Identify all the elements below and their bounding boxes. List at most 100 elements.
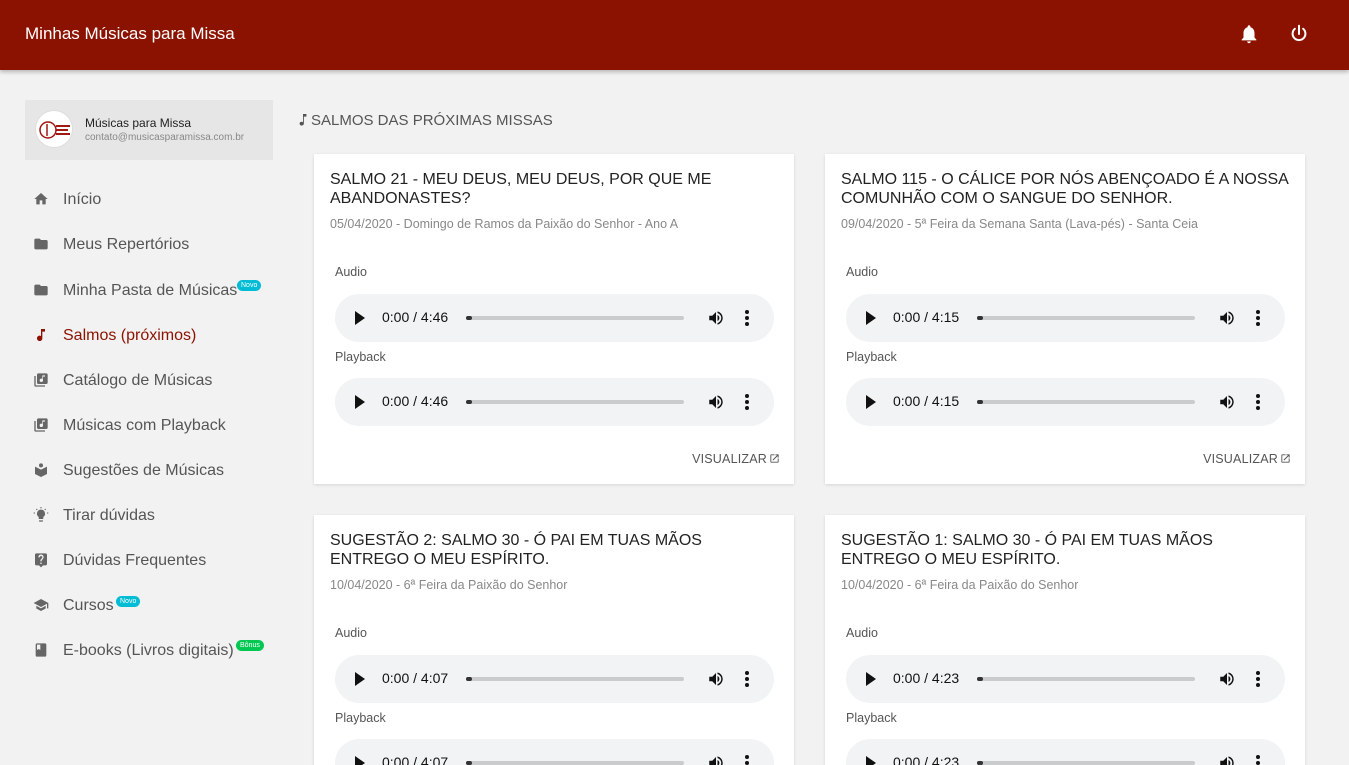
volume-icon[interactable]: [707, 754, 725, 765]
progress-knob: [977, 677, 983, 681]
more-options-icon[interactable]: [1256, 310, 1260, 326]
sidebar-item-playback[interactable]: Músicas com Playback: [25, 407, 285, 447]
sidebar-item-label: Músicas com Playback: [63, 417, 226, 434]
visualizar-link[interactable]: VISUALIZAR: [1203, 452, 1291, 466]
card-subtitle: 10/04/2020 - 6ª Feira da Paixão do Senho…: [330, 578, 568, 592]
progress-slider[interactable]: [466, 316, 684, 320]
section-title-text: SALMOS DAS PRÓXIMAS MISSAS: [311, 112, 553, 129]
sidebar-item-label: Meus Repertórios: [63, 236, 190, 253]
playback-player[interactable]: 0:00 / 4:15: [846, 378, 1285, 426]
power-icon[interactable]: [1288, 23, 1310, 45]
progress-slider[interactable]: [466, 761, 684, 765]
player-time: 0:00 / 4:15: [893, 309, 960, 325]
more-options-icon[interactable]: [745, 310, 749, 326]
sidebar-item-sugestoes[interactable]: Sugestões de Músicas: [25, 452, 285, 492]
playback-label: Playback: [335, 711, 386, 725]
playback-player[interactable]: 0:00 / 4:23: [846, 739, 1285, 765]
visualizar-link[interactable]: VISUALIZAR: [692, 452, 780, 466]
play-icon[interactable]: [866, 395, 876, 409]
card-title: SALMO 115 - O CÁLICE POR NÓS ABENÇOADO É…: [841, 171, 1288, 207]
play-icon[interactable]: [355, 395, 365, 409]
lightbulb-icon: [33, 507, 49, 523]
sidebar-item-label: Minha Pasta de Músicas: [63, 282, 238, 299]
player-time: 0:00 / 4:07: [382, 754, 449, 765]
psalm-card: SALMO 115 - O CÁLICE POR NÓS ABENÇOADO É…: [825, 154, 1305, 484]
psalm-card: SALMO 21 - MEU DEUS, MEU DEUS, POR QUE M…: [314, 154, 794, 484]
audio-label: Audio: [846, 265, 878, 279]
more-options-icon[interactable]: [1256, 394, 1260, 410]
sidebar-item-ebooks[interactable]: E-books (Livros digitais) Bônus: [25, 632, 285, 672]
play-icon[interactable]: [355, 311, 365, 325]
volume-icon[interactable]: [1218, 393, 1236, 411]
new-badge: Novo: [116, 596, 141, 607]
player-time: 0:00 / 4:46: [382, 393, 449, 409]
psalm-card: SUGESTÃO 1: SALMO 30 - Ó PAI EM TUAS MÃO…: [825, 515, 1305, 765]
audio-player[interactable]: 0:00 / 4:23: [846, 655, 1285, 703]
play-icon[interactable]: [355, 672, 365, 686]
progress-slider[interactable]: [977, 761, 1195, 765]
volume-icon[interactable]: [707, 309, 725, 327]
sidebar-item-inicio[interactable]: Início: [25, 181, 285, 221]
open-in-new-icon: [770, 454, 779, 463]
play-icon[interactable]: [866, 756, 876, 765]
volume-icon[interactable]: [707, 393, 725, 411]
progress-knob: [466, 400, 472, 404]
play-icon[interactable]: [355, 756, 365, 765]
volume-icon[interactable]: [1218, 754, 1236, 765]
sidebar-item-cursos[interactable]: Cursos Novo: [25, 587, 285, 627]
progress-knob: [466, 316, 472, 320]
progress-slider[interactable]: [977, 400, 1195, 404]
progress-knob: [466, 677, 472, 681]
volume-icon[interactable]: [1218, 309, 1236, 327]
progress-slider[interactable]: [977, 677, 1195, 681]
sidebar-item-label: Sugestões de Músicas: [63, 462, 224, 479]
bell-icon[interactable]: [1238, 23, 1260, 45]
visualizar-label: VISUALIZAR: [692, 452, 767, 466]
sidebar-item-label: Início: [63, 191, 102, 208]
progress-knob: [977, 761, 983, 765]
sidebar-item-label: Dúvidas Frequentes: [63, 552, 207, 569]
audio-player[interactable]: 0:00 / 4:07: [335, 655, 774, 703]
sidebar-item-tirar-duvidas[interactable]: Tirar dúvidas: [25, 497, 285, 537]
player-time: 0:00 / 4:46: [382, 309, 449, 325]
card-subtitle: 10/04/2020 - 6ª Feira da Paixão do Senho…: [841, 578, 1079, 592]
sidebar-item-salmos[interactable]: Salmos (próximos): [25, 317, 285, 357]
more-options-icon[interactable]: [745, 755, 749, 765]
play-icon[interactable]: [866, 672, 876, 686]
sidebar-item-label: Salmos (próximos): [63, 327, 197, 344]
open-in-new-icon: [1281, 454, 1290, 463]
progress-slider[interactable]: [466, 400, 684, 404]
suggestion-icon: [33, 462, 49, 478]
folder-icon: [33, 282, 49, 298]
sidebar-item-meus-repertorios[interactable]: Meus Repertórios: [25, 226, 285, 266]
playback-player[interactable]: 0:00 / 4:46: [335, 378, 774, 426]
player-time: 0:00 / 4:23: [893, 670, 960, 686]
playback-player[interactable]: 0:00 / 4:07: [335, 739, 774, 765]
card-title: SUGESTÃO 1: SALMO 30 - Ó PAI EM TUAS MÃO…: [841, 532, 1213, 568]
progress-knob: [466, 761, 472, 765]
playback-label: Playback: [846, 711, 897, 725]
sidebar-item-catalogo[interactable]: Catálogo de Músicas: [25, 362, 285, 402]
audio-player[interactable]: 0:00 / 4:46: [335, 294, 774, 342]
help-icon: [33, 552, 49, 568]
playback-label: Playback: [846, 350, 897, 364]
audio-player[interactable]: 0:00 / 4:15: [846, 294, 1285, 342]
sidebar-item-label: E-books (Livros digitais): [63, 642, 234, 659]
volume-icon[interactable]: [707, 670, 725, 688]
more-options-icon[interactable]: [745, 671, 749, 687]
sidebar-item-minha-pasta[interactable]: Minha Pasta de Músicas Novo: [25, 272, 285, 312]
more-options-icon[interactable]: [745, 394, 749, 410]
progress-knob: [977, 400, 983, 404]
library-music-icon: [33, 372, 49, 388]
profile-email: contato@musicasparamissa.com.br: [85, 132, 245, 143]
audio-label: Audio: [335, 626, 367, 640]
progress-slider[interactable]: [977, 316, 1195, 320]
profile-name: Músicas para Missa: [85, 116, 192, 130]
more-options-icon[interactable]: [1256, 755, 1260, 765]
music-note-icon: [33, 327, 49, 343]
sidebar-item-duvidas-frequentes[interactable]: Dúvidas Frequentes: [25, 542, 285, 582]
progress-slider[interactable]: [466, 677, 684, 681]
volume-icon[interactable]: [1218, 670, 1236, 688]
play-icon[interactable]: [866, 311, 876, 325]
more-options-icon[interactable]: [1256, 671, 1260, 687]
